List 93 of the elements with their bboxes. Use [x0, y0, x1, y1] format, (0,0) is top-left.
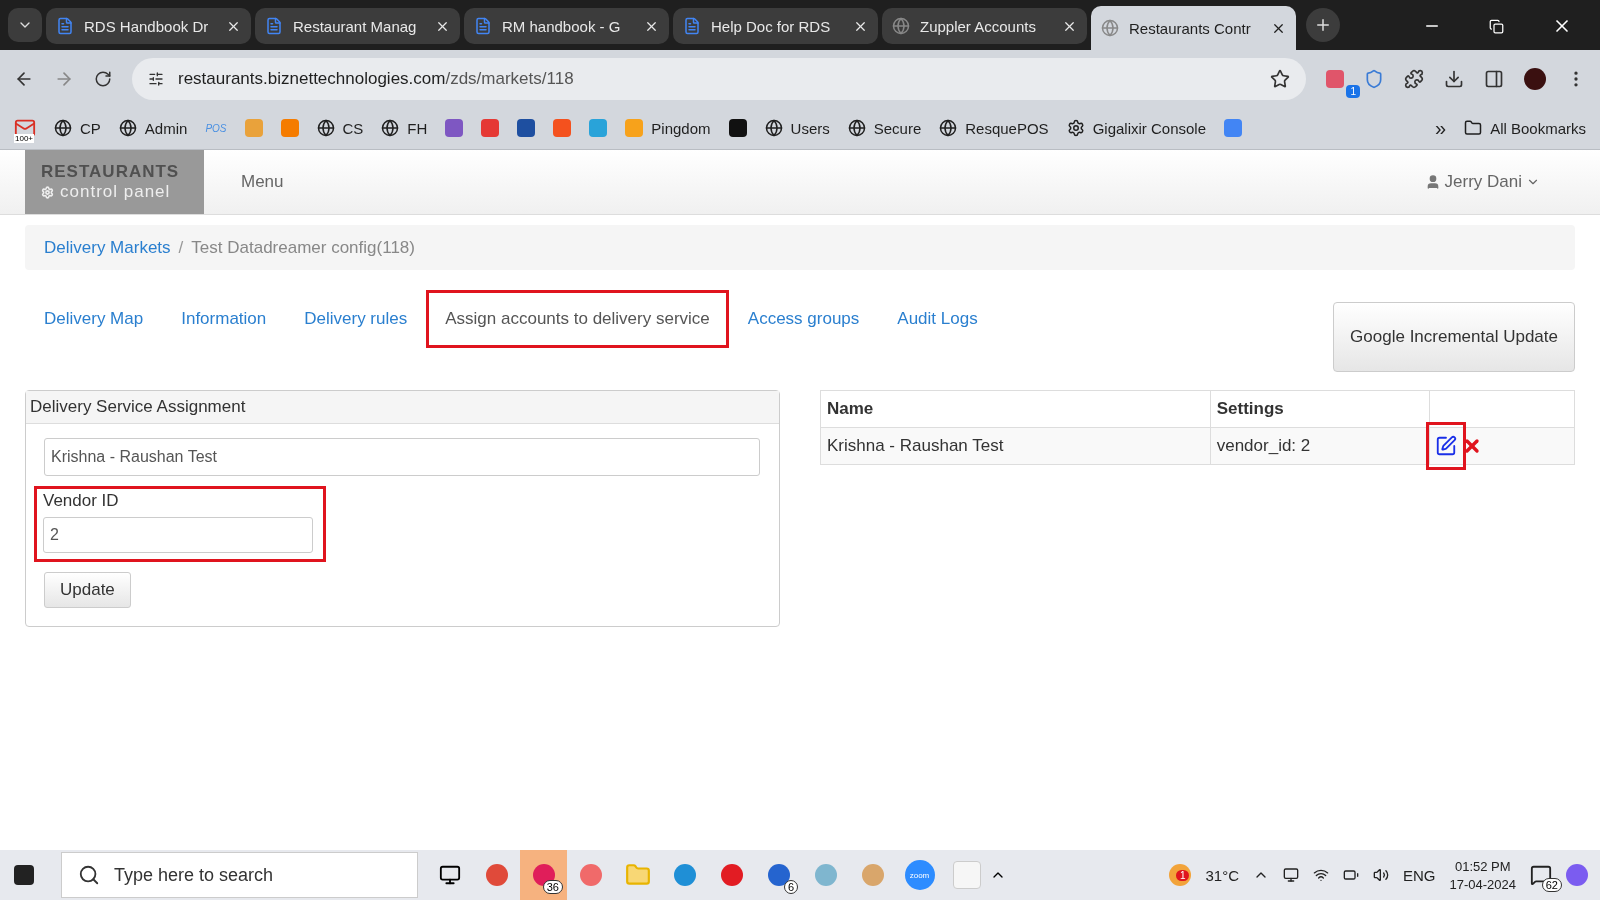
user-menu[interactable]: Jerry Dani — [1424, 172, 1540, 192]
count-badge: 1 — [1346, 84, 1360, 98]
update-button[interactable]: Update — [44, 572, 131, 608]
table-cell: vendor_id: 2 — [1210, 427, 1430, 465]
address-bar[interactable]: restaurants.biznettechnologies.com/zds/markets/118 — [132, 57, 1306, 100]
reload-icon[interactable] — [94, 69, 112, 88]
extension-icon[interactable] — [1326, 69, 1344, 88]
app-icon — [814, 864, 837, 886]
task-view-icon — [438, 864, 461, 886]
globe-icon — [764, 119, 783, 137]
bookmark[interactable]: Pingdom — [625, 119, 711, 137]
globe-icon — [381, 119, 400, 137]
app-icon — [485, 864, 508, 886]
count-badge: 36 — [542, 880, 563, 894]
folder-icon — [1464, 119, 1483, 137]
globe-icon — [1101, 19, 1119, 37]
menu-link[interactable]: Menu — [241, 172, 284, 192]
app-icon — [673, 864, 696, 886]
bookmark-star-icon[interactable] — [1270, 68, 1290, 89]
browser-tab[interactable]: Zuppler Accounts — [882, 8, 1087, 44]
globe-icon — [892, 17, 910, 35]
breadcrumb-link[interactable]: Delivery Markets — [44, 237, 171, 258]
taskbar-search-field[interactable]: Type here to search — [61, 852, 418, 898]
bookmark[interactable]: CP — [54, 119, 101, 137]
copilot-icon[interactable] — [1566, 864, 1588, 886]
app-icon — [720, 864, 743, 886]
plus-icon — [1314, 16, 1332, 34]
tab-search-button[interactable] — [8, 8, 42, 42]
zoom-app-icon: zoom — [904, 860, 935, 890]
gear-icon — [41, 185, 54, 199]
document-icon — [56, 17, 74, 35]
battery-icon[interactable] — [1343, 867, 1359, 883]
restore-icon[interactable] — [1489, 18, 1504, 34]
browser-tab[interactable]: Restaurant Manag — [255, 8, 460, 44]
all-bookmarks-button[interactable]: All Bookmarks — [1464, 119, 1586, 137]
app-icon — [579, 864, 602, 886]
taskbar-app-button[interactable]: 6 — [755, 850, 802, 900]
side-panel-icon[interactable] — [1484, 68, 1504, 89]
app-icon — [767, 864, 790, 886]
taskbar-app-button[interactable]: 36 — [520, 850, 567, 900]
profile-avatar[interactable] — [1524, 67, 1546, 90]
globe-icon — [118, 119, 137, 137]
bookmark[interactable]: Gigalixir Console — [1066, 119, 1207, 137]
document-icon — [265, 17, 283, 35]
account-field[interactable]: Krishna - Raushan Test — [44, 438, 760, 476]
column-header: Settings — [1210, 390, 1430, 428]
gear-icon — [1066, 119, 1085, 137]
shield-icon[interactable] — [1364, 68, 1384, 89]
breadcrumb-separator: / — [178, 237, 184, 258]
browser-tab[interactable]: Help Doc for RDS — [673, 8, 878, 44]
globe-icon — [316, 119, 335, 137]
google-update-button[interactable]: Google Incremental Update — [1333, 302, 1575, 372]
breadcrumb-current: Test Datadreamer config(118) — [191, 237, 415, 258]
browser-tab[interactable]: RM handbook - G — [464, 8, 669, 44]
browser-tab[interactable]: RDS Handbook Dr — [46, 8, 251, 44]
globe-icon — [847, 119, 866, 137]
clock[interactable]: 01:52 PM 17-04-2024 — [1449, 858, 1516, 892]
temperature: 31°C — [1205, 866, 1239, 884]
blank-app-icon — [952, 861, 981, 889]
site-info-icon[interactable] — [148, 70, 164, 87]
count-badge: 62 — [1541, 878, 1562, 892]
bookmark[interactable]: FH — [381, 119, 428, 137]
download-icon[interactable] — [1444, 68, 1464, 89]
browser-tab[interactable]: Restaurants Contr — [1091, 6, 1296, 50]
bookmark[interactable]: Admin — [118, 119, 188, 137]
bookmark[interactable]: CS — [316, 119, 364, 137]
folder-icon — [624, 862, 651, 888]
edit-button[interactable] — [1426, 422, 1466, 470]
count-badge: 1 — [1175, 870, 1190, 881]
app-icon — [861, 864, 884, 886]
more-bookmarks-button[interactable]: » — [1435, 116, 1447, 140]
count-badge: 6 — [783, 880, 798, 894]
tab[interactable]: Assign accounts to delivery service — [426, 290, 729, 348]
document-icon — [683, 17, 701, 35]
field-label: Vendor ID — [43, 491, 120, 511]
column-header: Name — [820, 390, 1211, 428]
wifi-icon[interactable] — [1313, 867, 1329, 883]
table-cell: Krishna - Raushan Test — [820, 427, 1211, 465]
volume-icon[interactable] — [1373, 867, 1389, 883]
globe-icon — [939, 119, 958, 137]
display-icon[interactable] — [1283, 867, 1299, 883]
search-icon — [78, 864, 100, 886]
globe-icon — [54, 119, 72, 137]
bookmark[interactable]: Secure — [847, 119, 922, 137]
document-icon — [474, 17, 492, 35]
new-tab-button[interactable] — [1306, 8, 1340, 42]
edit-icon — [1435, 435, 1457, 457]
panel-title: Delivery Service Assignment — [26, 391, 779, 424]
extensions-icon[interactable] — [1404, 68, 1424, 89]
bookmark[interactable]: ResquePOS — [939, 119, 1049, 137]
bookmark[interactable]: Users — [764, 119, 830, 137]
language-indicator[interactable]: ENG — [1403, 866, 1436, 884]
vendor-id-field[interactable]: 2 — [43, 517, 313, 553]
